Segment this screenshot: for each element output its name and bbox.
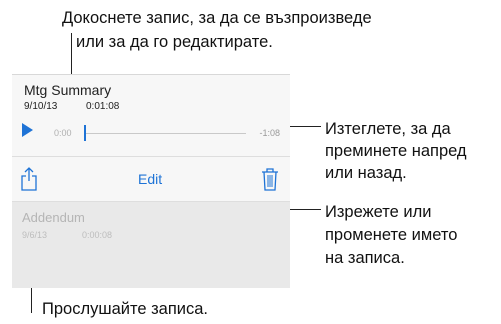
scrubber-track[interactable] [86,133,246,134]
callout-tap-line2: или за да го редактирате. [76,33,273,51]
recording-duration: 0:01:08 [86,101,120,112]
recording-actions-bar: Edit [12,157,290,201]
recording-title: Addendum [22,210,85,225]
trash-icon[interactable] [260,166,280,192]
elapsed-time: 0:00 [54,128,72,138]
callout-trim-line3: на записа. [325,249,405,267]
recording-date: 9/10/13 [24,101,58,112]
remaining-time: -1:08 [259,128,280,138]
recording-date: 9/6/13 [22,230,48,240]
recording-row[interactable]: Addendum 9/6/13 0:00:08 [12,202,290,288]
edit-button[interactable]: Edit [138,171,162,187]
callout-tap-line1: Докоснете запис, за да се възпроизведе [62,9,372,27]
recording-row-selected[interactable]: Mtg Summary 9/10/13 0:01:08 0:00 -1:08 [12,75,290,156]
recording-title: Mtg Summary [24,82,112,98]
callout-listen: Прослушайте записа. [42,300,209,318]
callout-drag-line1: Изтеглете, за да [325,120,451,138]
recordings-panel: Mtg Summary 9/10/13 0:01:08 0:00 -1:08 E… [12,74,290,288]
recording-duration: 0:00:08 [82,230,113,240]
play-icon[interactable] [22,123,33,137]
callout-trim-line1: Изрежете или [325,203,432,221]
share-icon[interactable] [20,166,38,192]
callout-trim-line2: променете името [325,226,458,244]
callout-drag-line3: или назад. [325,164,407,182]
callout-drag-line2: преминете напред [325,142,467,160]
playhead-handle[interactable] [84,125,86,141]
